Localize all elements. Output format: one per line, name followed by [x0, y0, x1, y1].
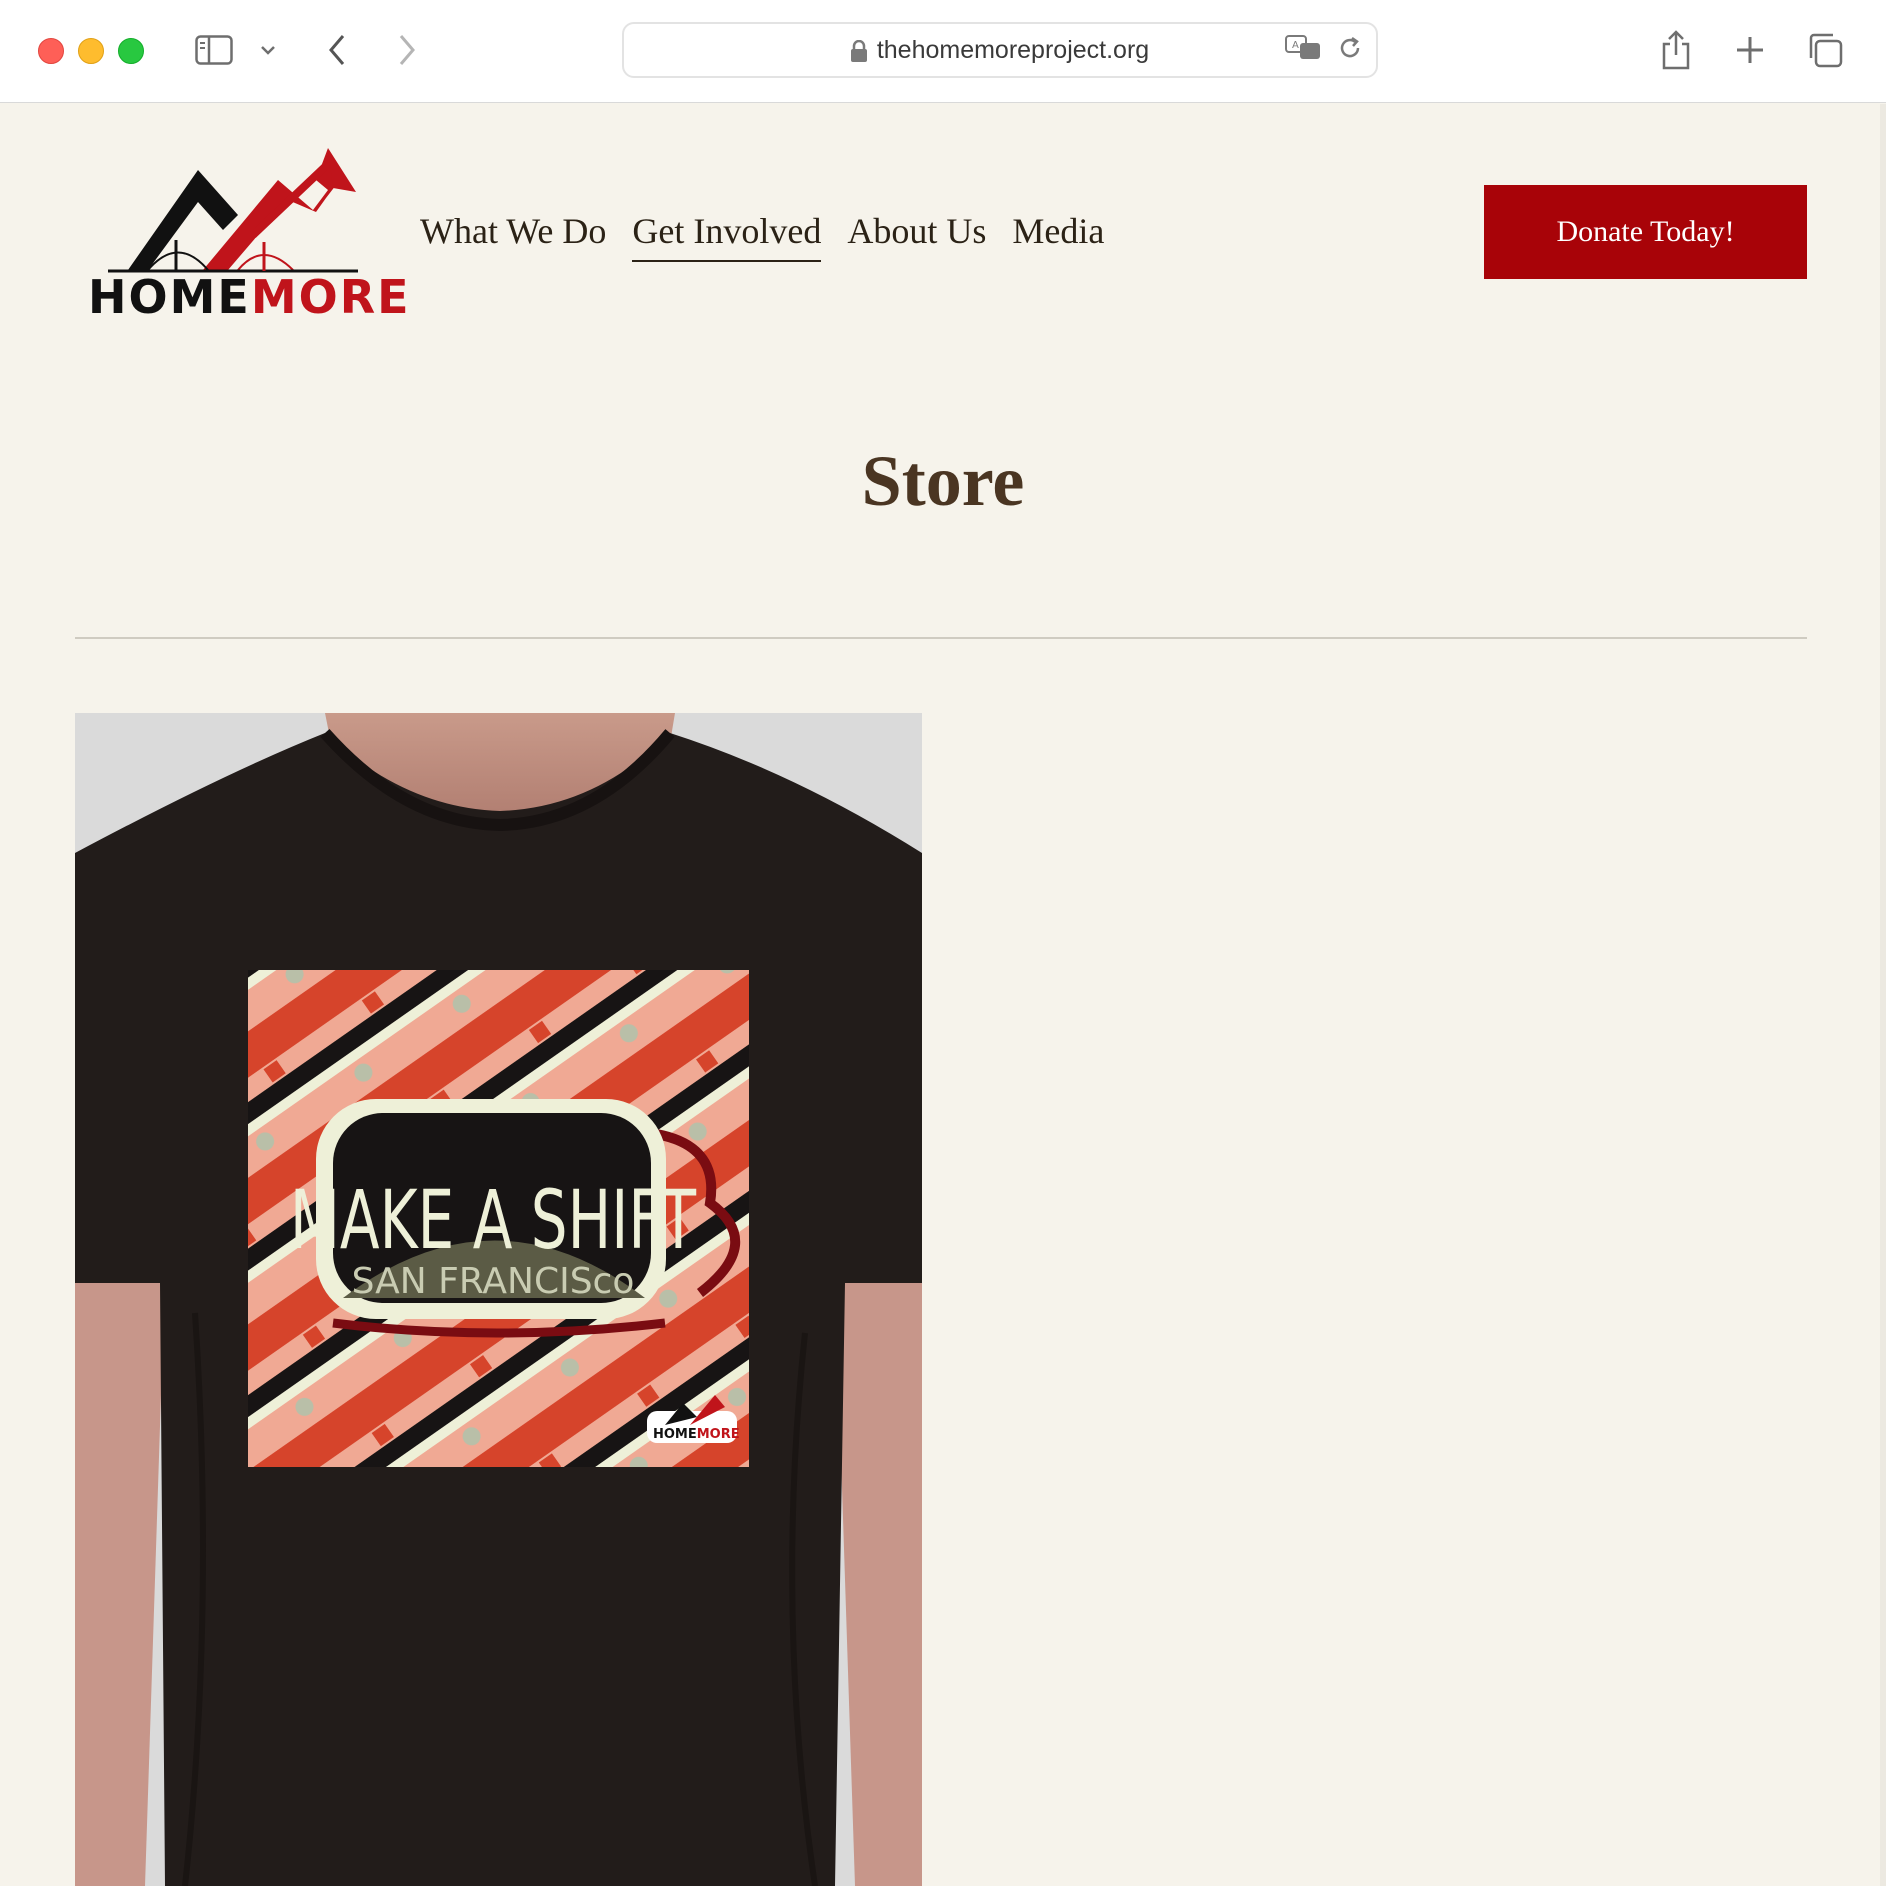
close-window-button[interactable]: [38, 38, 64, 64]
svg-text:A: A: [1292, 40, 1299, 51]
chevron-down-icon: [261, 46, 275, 55]
sidebar-menu-button[interactable]: [258, 28, 278, 72]
graphic-text-san-francisco: SAN FRANCISco: [352, 1261, 635, 1302]
donate-button[interactable]: Donate Today!: [1484, 185, 1807, 279]
back-button[interactable]: [322, 28, 352, 72]
nav-about-us[interactable]: About Us: [847, 210, 986, 262]
chevron-right-icon: [399, 35, 415, 65]
sidebar-icon: [195, 35, 233, 65]
svg-text:HOMEMORE: HOMEMORE: [653, 1427, 740, 1442]
forward-button[interactable]: [392, 28, 422, 72]
logo-mark-icon: [108, 148, 358, 273]
nav-media[interactable]: Media: [1012, 210, 1104, 262]
nav-get-involved[interactable]: Get Involved: [632, 210, 822, 262]
new-tab-button[interactable]: [1732, 28, 1768, 72]
main-nav: What We Do Get Involved About Us Media: [420, 210, 1104, 262]
minimize-window-button[interactable]: [78, 38, 104, 64]
browser-toolbar: thehomemoreproject.org A: [0, 0, 1886, 103]
chevron-left-icon: [329, 35, 345, 65]
tab-overview-button[interactable]: [1806, 28, 1844, 72]
tshirt-illustration: MAKE A SHIFT SAN FRANCISco HOMEMORE: [75, 713, 922, 1886]
reload-icon[interactable]: [1338, 35, 1362, 66]
badge-word-home: HOME: [653, 1427, 697, 1442]
nav-what-we-do[interactable]: What We Do: [420, 210, 606, 262]
sidebar-toggle-button[interactable]: [194, 28, 234, 72]
homemore-logo[interactable]: HOMEMORE: [88, 140, 409, 330]
address-bar[interactable]: thehomemoreproject.org A: [622, 22, 1378, 78]
scrollbar-edge[interactable]: [1880, 104, 1886, 1886]
product-image-tshirt[interactable]: MAKE A SHIFT SAN FRANCISco HOMEMORE: [75, 713, 922, 1886]
zoom-window-button[interactable]: [118, 38, 144, 64]
share-button[interactable]: [1658, 28, 1694, 72]
divider: [75, 637, 1807, 639]
logo-wordmark: HOMEMORE: [88, 274, 411, 320]
plus-icon: [1737, 37, 1763, 63]
tabs-icon: [1809, 33, 1843, 68]
url-text: thehomemoreproject.org: [876, 35, 1150, 64]
badge-word-more: MORE: [697, 1427, 740, 1442]
share-icon: [1662, 30, 1690, 70]
lock-icon: [850, 39, 867, 62]
translate-icon[interactable]: A: [1284, 34, 1324, 67]
logo-word-home: HOME: [88, 270, 251, 324]
page-title: Store: [861, 441, 1025, 521]
graphic-text-make-a-shift: MAKE A SHIFT: [290, 1173, 697, 1267]
logo-word-more: MORE: [250, 270, 411, 324]
